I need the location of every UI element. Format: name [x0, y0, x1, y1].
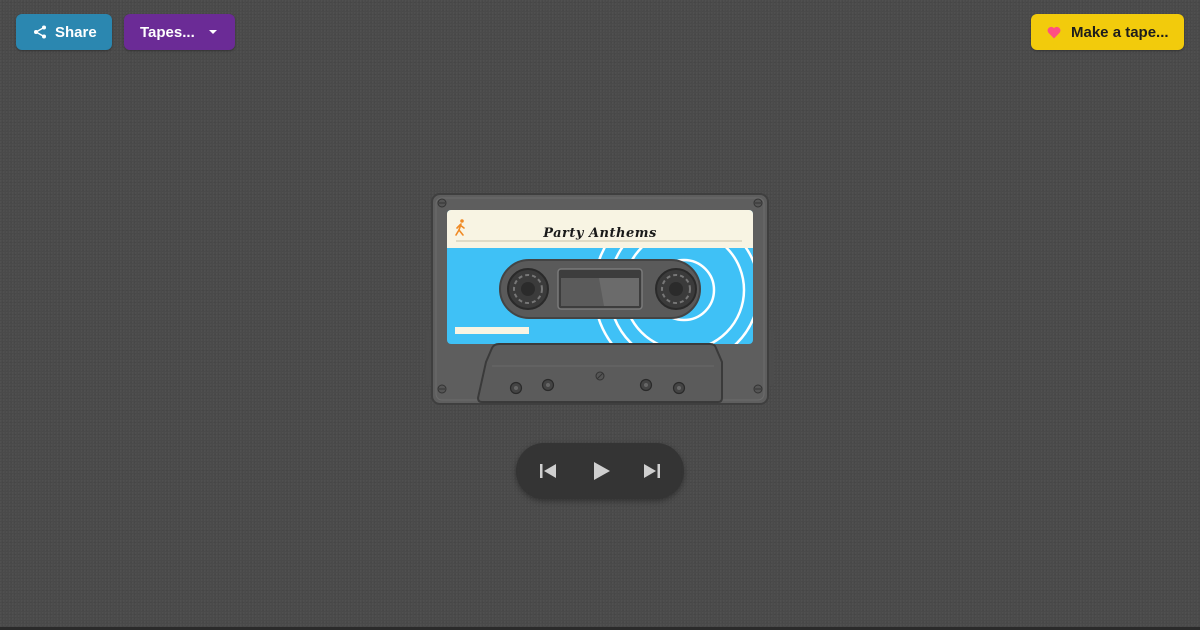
next-icon[interactable] — [640, 459, 664, 483]
share-button[interactable]: Share — [16, 14, 112, 50]
share-label: Share — [55, 23, 97, 41]
share-icon — [34, 25, 46, 39]
left-reel — [507, 268, 549, 310]
right-reel — [655, 268, 697, 310]
make-tape-button[interactable]: Make a tape... — [1031, 14, 1184, 50]
caret-down-icon — [209, 30, 217, 34]
previous-icon[interactable] — [536, 459, 560, 483]
make-tape-label: Make a tape... — [1071, 23, 1169, 41]
tapes-label: Tapes... — [140, 23, 195, 41]
playback-controls — [516, 443, 684, 499]
play-icon[interactable] — [589, 459, 613, 483]
tapes-dropdown[interactable]: Tapes... — [124, 14, 235, 50]
heart-icon — [1047, 26, 1061, 38]
cassette-tape: Party Anthems — [426, 193, 774, 405]
tape-title: Party Anthems — [542, 226, 657, 241]
